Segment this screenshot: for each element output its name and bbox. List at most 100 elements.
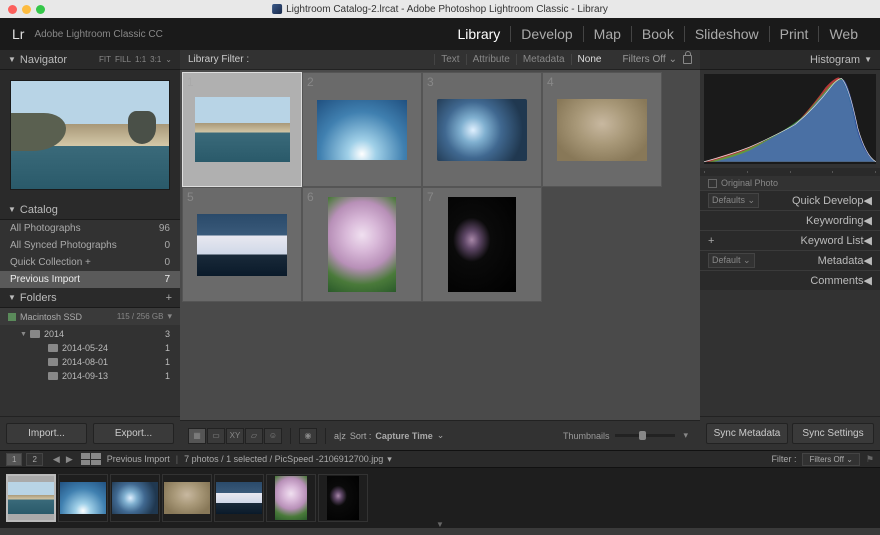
add-folder-button[interactable]: + [166, 292, 172, 304]
filmstrip[interactable]: ▼ [0, 468, 880, 528]
import-button[interactable]: Import... [6, 423, 87, 444]
loupe-view-button[interactable]: ▭ [207, 428, 225, 444]
filmstrip-thumb[interactable] [58, 474, 108, 522]
module-print[interactable]: Print [769, 26, 819, 42]
histo-section[interactable] [748, 171, 791, 173]
folder-row[interactable]: 2014-09-131 [0, 369, 180, 383]
minimize-window-button[interactable] [22, 5, 31, 14]
chevron-icon[interactable]: ⌄ [165, 55, 172, 64]
module-picker: Library Develop Map Book Slideshow Print… [448, 26, 869, 42]
histo-section[interactable] [791, 171, 834, 173]
breadcrumb[interactable]: Previous Import [107, 454, 170, 464]
photo-grid[interactable]: 1 2 3 4 5 6 7 [180, 70, 700, 420]
flag-filter-icon[interactable]: ⚑ [866, 454, 874, 465]
module-develop[interactable]: Develop [510, 26, 582, 42]
keyword-list-panel-header[interactable]: + Keyword List◀ [700, 230, 880, 250]
nav-back-button[interactable]: ◀ [53, 454, 60, 465]
compare-view-button[interactable]: XY [226, 428, 244, 444]
filmstrip-thumb[interactable] [214, 474, 264, 522]
catalog-row-previous-import[interactable]: Previous Import7 [0, 271, 180, 288]
filmstrip-thumb[interactable] [162, 474, 212, 522]
quick-develop-preset-dropdown[interactable]: Defaults ⌄ [708, 193, 759, 208]
grid-cell[interactable]: 2 [302, 72, 422, 187]
histo-section[interactable] [704, 171, 748, 173]
grid-cell[interactable]: 4 [542, 72, 662, 187]
chevron-down-icon[interactable]: ▾ [167, 311, 172, 322]
nav-forward-button[interactable]: ▶ [66, 454, 73, 465]
original-photo-checkbox[interactable] [708, 179, 717, 188]
primary-display-button[interactable]: 1 [6, 453, 22, 466]
sync-metadata-button[interactable]: Sync Metadata [706, 423, 788, 444]
filmstrip-thumb[interactable] [110, 474, 160, 522]
histo-section[interactable] [833, 171, 876, 173]
folder-row[interactable]: ▼20143 [0, 327, 180, 341]
filmstrip-thumb[interactable] [318, 474, 368, 522]
nav-zoom-fill[interactable]: FILL [115, 55, 131, 64]
catalog-row-synced[interactable]: All Synced Photographs0 [0, 237, 180, 254]
catalog-row-quick[interactable]: Quick Collection +0 [0, 254, 180, 271]
filters-off-dropdown[interactable]: Filters Off⌄ [622, 54, 677, 65]
grid-cell[interactable]: 7 [422, 187, 542, 302]
sort-control[interactable]: a|z Sort : Capture Time ⌄ [334, 430, 444, 441]
keywording-panel-header[interactable]: Keywording◀ [700, 210, 880, 230]
catalog-panel-header[interactable]: ▼ Catalog [0, 200, 180, 220]
nav-zoom-fit[interactable]: FIT [99, 55, 111, 64]
toolbar-menu-button[interactable]: ▾ [679, 430, 692, 441]
metadata-panel-header[interactable]: Default ⌄ Metadata◀ [700, 250, 880, 270]
grid-cell[interactable]: 1 [182, 72, 302, 187]
catalog-row-all[interactable]: All Photographs96 [0, 220, 180, 237]
chevron-down-icon[interactable]: ▾ [387, 454, 392, 465]
navigator-panel-header[interactable]: ▼ Navigator FIT FILL 1:1 3:1 ⌄ [0, 50, 180, 70]
folder-row[interactable]: 2014-08-011 [0, 355, 180, 369]
export-button[interactable]: Export... [93, 423, 174, 444]
filmstrip-collapse-handle[interactable]: ▼ [436, 520, 444, 529]
lock-icon[interactable] [683, 55, 692, 64]
sync-settings-button[interactable]: Sync Settings [792, 423, 874, 444]
metadata-set-dropdown[interactable]: Default ⌄ [708, 253, 755, 268]
grid-cell[interactable]: 5 [182, 187, 302, 302]
right-panel: Histogram ▼ Original Photo Defaults ⌄ Qu… [700, 50, 880, 450]
filmstrip-thumb[interactable] [6, 474, 56, 522]
nav-zoom-1-1[interactable]: 1:1 [135, 55, 146, 64]
left-panel: ▼ Navigator FIT FILL 1:1 3:1 ⌄ ▼ Catalog… [0, 50, 180, 450]
drive-bar[interactable]: Macintosh SSD 115 / 256 GB ▾ [0, 308, 180, 325]
grid-view-button[interactable]: ▦ [188, 428, 206, 444]
secondary-display-button[interactable]: 2 [26, 453, 42, 466]
app-logo: Lr [12, 26, 24, 42]
filter-text[interactable]: Text [434, 54, 465, 65]
filter-metadata[interactable]: Metadata [516, 54, 571, 65]
people-view-button[interactable]: ☺ [264, 428, 282, 444]
histogram-panel-header[interactable]: Histogram ▼ [700, 50, 880, 70]
app-bar: Lr Adobe Lightroom Classic CC Library De… [0, 18, 880, 50]
add-keyword-button[interactable]: + [708, 235, 714, 247]
grid-cell[interactable]: 6 [302, 187, 422, 302]
thumbnail-size-slider[interactable] [615, 434, 675, 437]
folders-panel-header[interactable]: ▼ Folders + [0, 288, 180, 308]
histogram-display[interactable] [704, 74, 876, 164]
grid-icon[interactable] [81, 453, 101, 465]
quick-develop-panel-header[interactable]: Defaults ⌄ Quick Develop◀ [700, 190, 880, 210]
filmstrip-thumb[interactable] [266, 474, 316, 522]
module-slideshow[interactable]: Slideshow [684, 26, 769, 42]
module-map[interactable]: Map [583, 26, 631, 42]
filter-none[interactable]: None [571, 54, 608, 65]
module-web[interactable]: Web [818, 26, 868, 42]
folder-row[interactable]: 2014-05-241 [0, 341, 180, 355]
sort-value[interactable]: Capture Time [375, 431, 432, 441]
sort-direction-icon[interactable]: a|z [334, 431, 346, 441]
grid-cell[interactable]: 3 [422, 72, 542, 187]
navigator-preview[interactable] [0, 70, 180, 200]
painter-tool-button[interactable]: ◉ [299, 428, 317, 444]
grid-toolbar: ▦ ▭ XY ▱ ☺ ◉ a|z Sort : Capture Time ⌄ T… [180, 420, 700, 450]
filmstrip-filter-dropdown[interactable]: Filters Off ⌄ [802, 453, 859, 466]
histogram-title: Histogram [810, 54, 860, 66]
nav-zoom-3-1[interactable]: 3:1 [150, 55, 161, 64]
close-window-button[interactable] [8, 5, 17, 14]
survey-view-button[interactable]: ▱ [245, 428, 263, 444]
module-book[interactable]: Book [631, 26, 684, 42]
maximize-window-button[interactable] [36, 5, 45, 14]
module-library[interactable]: Library [448, 26, 511, 42]
app-name: Adobe Lightroom Classic CC [34, 29, 162, 40]
comments-panel-header[interactable]: Comments◀ [700, 270, 880, 290]
filter-attribute[interactable]: Attribute [466, 54, 516, 65]
